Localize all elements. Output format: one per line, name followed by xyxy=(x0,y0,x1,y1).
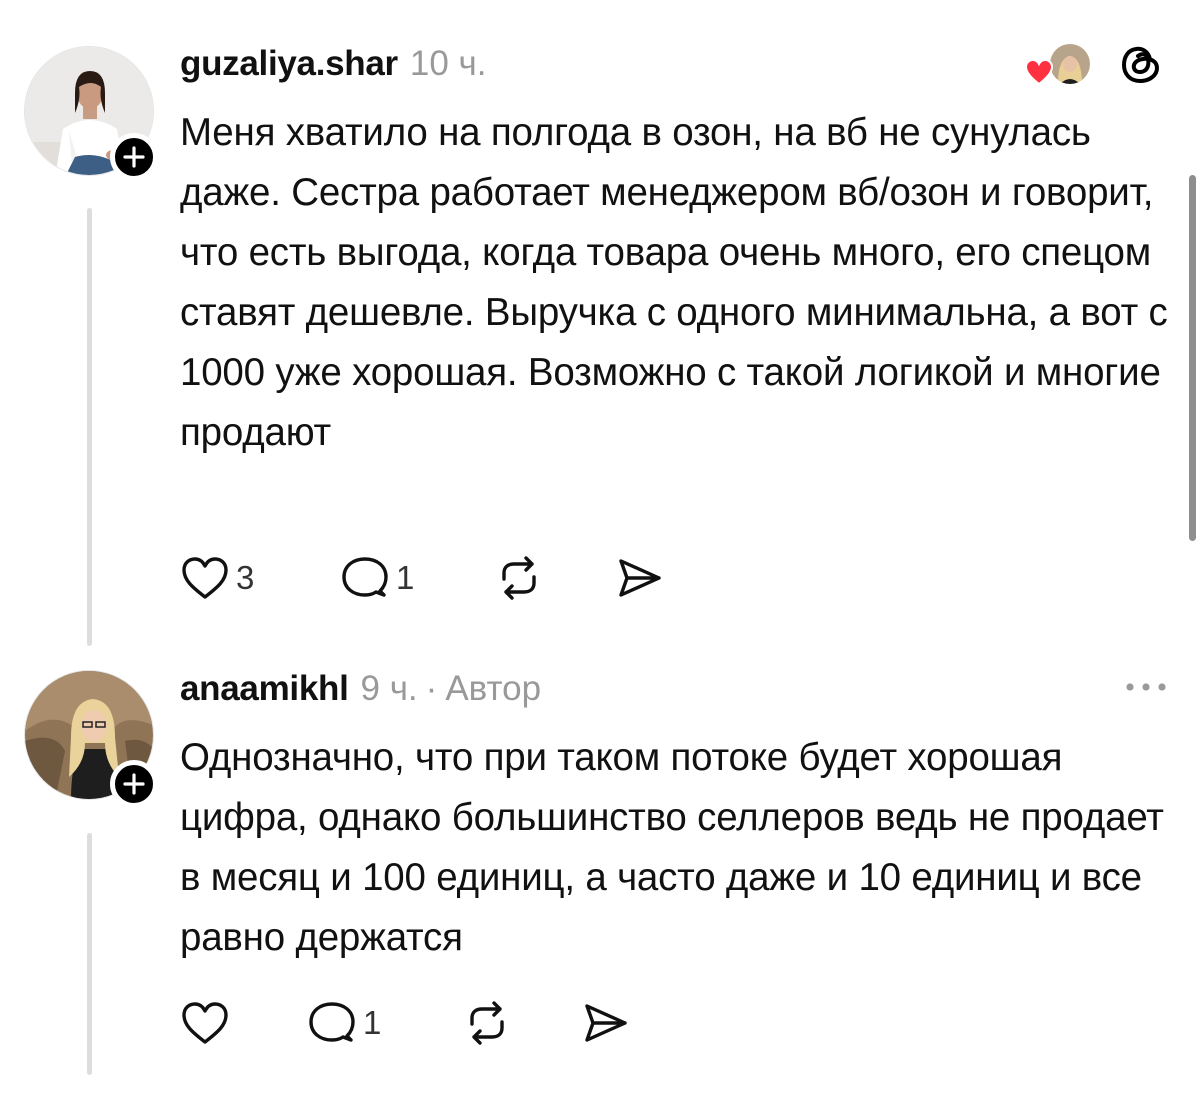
action-bar: 1 xyxy=(180,998,630,1048)
timestamp: 10 ч. xyxy=(409,44,487,83)
timestamp: 9 ч. xyxy=(360,669,418,708)
share-button[interactable] xyxy=(580,1000,630,1046)
more-dots-icon xyxy=(1126,683,1166,691)
reply-button[interactable]: 1 xyxy=(307,1000,462,1046)
follow-button[interactable] xyxy=(110,133,158,181)
comment-icon xyxy=(309,1002,355,1042)
header-actions xyxy=(1024,42,1162,88)
send-icon xyxy=(585,1004,627,1042)
like-button[interactable]: 3 xyxy=(180,555,340,601)
thread-line xyxy=(87,208,92,646)
post-anaamikhl: anaamikhl 9 ч. · Автор Однозначно, что п… xyxy=(0,650,1200,1104)
follow-button[interactable] xyxy=(110,760,158,808)
like-button[interactable] xyxy=(180,1000,307,1046)
threads-logo-icon[interactable] xyxy=(1120,43,1162,87)
send-icon xyxy=(619,559,661,597)
reply-count: 1 xyxy=(363,1004,382,1041)
plus-icon xyxy=(123,146,145,168)
username[interactable]: anaamikhl xyxy=(180,669,349,709)
plus-icon xyxy=(123,773,145,795)
repost-button[interactable] xyxy=(462,1000,580,1046)
post-guzaliya: guzaliya.shar 10 ч. Меня хватило на полг… xyxy=(0,0,1200,650)
repost-icon xyxy=(470,1001,504,1045)
post-header: guzaliya.shar 10 ч. xyxy=(180,41,1170,87)
repost-button[interactable] xyxy=(494,555,614,601)
thread-line xyxy=(87,833,92,1075)
meta-separator: · xyxy=(425,669,438,708)
post-text: Однозначно, что при таком потоке будет х… xyxy=(180,736,1164,959)
heart-icon xyxy=(182,1002,228,1044)
liker-avatar xyxy=(1048,42,1092,86)
like-count: 3 xyxy=(236,559,255,596)
post-header: anaamikhl 9 ч. · Автор xyxy=(180,666,1170,712)
repost-icon xyxy=(502,556,536,600)
more-options-button[interactable] xyxy=(1122,672,1170,702)
heart-icon xyxy=(1024,58,1054,86)
reply-button[interactable]: 1 xyxy=(340,555,494,601)
reply-count: 1 xyxy=(396,559,415,596)
username[interactable]: guzaliya.shar xyxy=(180,44,398,84)
heart-icon xyxy=(182,557,228,599)
liked-by-author[interactable] xyxy=(1024,42,1094,88)
action-bar: 3 1 xyxy=(180,553,664,603)
post-text: Меня хватило на полгода в озон, на вб не… xyxy=(180,111,1168,454)
comment-icon xyxy=(342,557,388,597)
author-label: Автор xyxy=(445,669,542,708)
share-button[interactable] xyxy=(614,555,664,601)
